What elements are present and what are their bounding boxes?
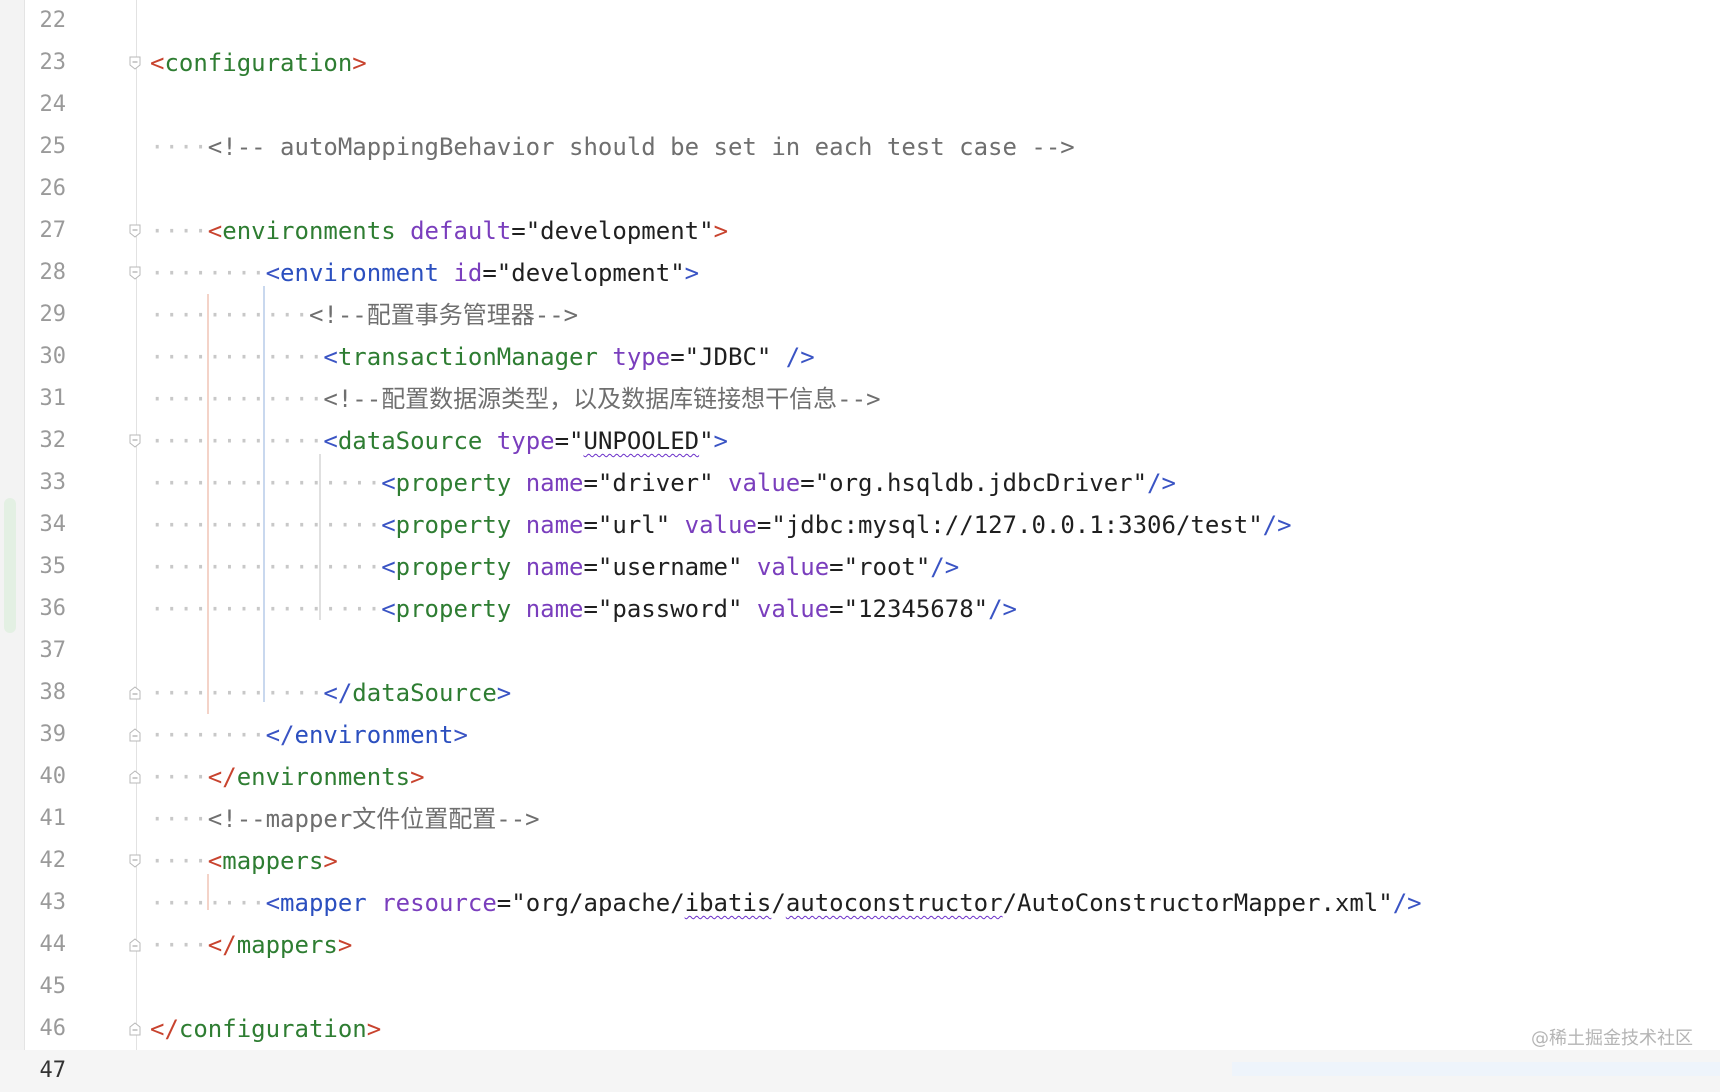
line-number[interactable]: 44 [24,924,67,966]
line-number[interactable]: 34 [24,504,67,546]
code-text: ················<property name="url" val… [150,511,1292,539]
code-text: ················<property name="password… [150,595,1017,623]
line-number[interactable]: 28 [24,252,67,294]
code-text: <configuration> [150,49,367,77]
code-line[interactable]: 35 ················<property name="userna… [0,546,1720,588]
code-text: ················<property name="driver" … [150,469,1176,497]
code-line[interactable]: 37 [0,630,1720,672]
line-number[interactable]: 27 [24,210,67,252]
code-line[interactable]: 42 ····<mappers> [0,840,1720,882]
line-number[interactable]: 29 [24,294,67,336]
line-number[interactable]: 37 [24,630,67,672]
code-line[interactable]: 40 ····</environments> [0,756,1720,798]
line-number[interactable]: 43 [24,882,67,924]
indent-guide [207,294,209,714]
line-number[interactable]: 42 [24,840,67,882]
line-number[interactable]: 25 [24,126,67,168]
code-line[interactable]: 28 ········<environment id="development"> [0,252,1720,294]
line-number[interactable]: 30 [24,336,67,378]
line-number[interactable]: 22 [24,0,67,42]
horizontal-scrollbar[interactable] [1232,1062,1720,1076]
code-line[interactable]: 25 ····<!-- autoMappingBehavior should be… [0,126,1720,168]
code-line[interactable]: 26 [0,168,1720,210]
code-line[interactable]: 23 <configuration> [0,42,1720,84]
code-line[interactable]: 36 ················<property name="passwo… [0,588,1720,630]
line-number[interactable]: 26 [24,168,67,210]
code-text: ····<environments default="development"> [150,217,729,245]
indent-guide [319,454,321,620]
code-line[interactable]: 41 ····<!--mapper文件位置配置--> [0,798,1720,840]
fold-end-icon[interactable] [129,770,141,784]
code-editor[interactable]: 22 23 <configuration> 24 25 ····<!-- autoMapp… [0,0,1720,1092]
line-number[interactable]: 40 [24,756,67,798]
code-text: ············</dataSource> [150,679,512,707]
code-text: ················<property name="username… [150,553,960,581]
code-line[interactable]: 33 ················<property name="driver… [0,462,1720,504]
code-line[interactable]: 22 [0,0,1720,42]
line-number[interactable]: 39 [24,714,67,756]
code-line[interactable]: 24 [0,84,1720,126]
code-line[interactable]: 32 ············<dataSource type="UNPOOLED… [0,420,1720,462]
line-number[interactable]: 41 [24,798,67,840]
code-text: ····</environments> [150,763,425,791]
code-line[interactable]: 29 ···········<!--配置事务管理器--> [0,294,1720,336]
line-number[interactable]: 46 [24,1008,67,1050]
code-text: ········<mapper resource="org/apache/iba… [150,889,1422,917]
line-number[interactable]: 33 [24,462,67,504]
fold-collapse-icon[interactable] [129,266,141,280]
code-line[interactable]: 27 ····<environments default="development… [0,210,1720,252]
code-text: ····</mappers> [150,931,353,959]
fold-end-icon[interactable] [129,938,141,952]
line-number[interactable]: 23 [24,42,67,84]
line-number[interactable]: 36 [24,588,67,630]
code-text: ········</environment> [150,721,468,749]
fold-end-icon[interactable] [129,686,141,700]
fold-end-icon[interactable] [129,728,141,742]
code-line[interactable]: 46 </configuration> [0,1008,1720,1050]
code-text: ············<transactionManager type="JD… [150,343,815,371]
code-text: ········<environment id="development"> [150,259,700,287]
fold-end-icon[interactable] [129,1022,141,1036]
line-number[interactable]: 31 [24,378,67,420]
code-line[interactable]: 45 [0,966,1720,1008]
line-number[interactable]: 24 [24,84,67,126]
line-number[interactable]: 47 [24,1050,67,1092]
code-text: ···········<!--配置事务管理器--> [150,301,579,329]
code-text: </configuration> [150,1015,382,1043]
fold-collapse-icon[interactable] [129,434,141,448]
code-text: ············<!--配置数据源类型，以及数据库链接想干信息--> [150,385,881,413]
fold-collapse-icon[interactable] [129,56,141,70]
fold-collapse-icon[interactable] [129,224,141,238]
code-line[interactable]: 39 ········</environment> [0,714,1720,756]
line-number[interactable]: 38 [24,672,67,714]
code-text: ····<!--mapper文件位置配置--> [150,805,540,833]
line-number[interactable]: 35 [24,546,67,588]
indent-guide [207,874,209,910]
indent-guide [263,286,265,702]
line-number[interactable]: 45 [24,966,67,1008]
code-line[interactable]: 30 ············<transactionManager type="… [0,336,1720,378]
fold-collapse-icon[interactable] [129,854,141,868]
code-line[interactable]: 34 ················<property name="url" v… [0,504,1720,546]
code-line[interactable]: 38 ············</dataSource> [0,672,1720,714]
code-text: ············<dataSource type="UNPOOLED"> [150,427,728,455]
code-text: ····<mappers> [150,847,338,875]
code-line[interactable]: 31 ············<!--配置数据源类型，以及数据库链接想干信息--> [0,378,1720,420]
code-line[interactable]: 44 ····</mappers> [0,924,1720,966]
watermark: @稀土掘金技术社区 [1531,1028,1693,1049]
code-text: ····<!-- autoMappingBehavior should be s… [150,133,1075,161]
code-line[interactable]: 43 ········<mapper resource="org/apache/i… [0,882,1720,924]
line-number[interactable]: 32 [24,420,67,462]
